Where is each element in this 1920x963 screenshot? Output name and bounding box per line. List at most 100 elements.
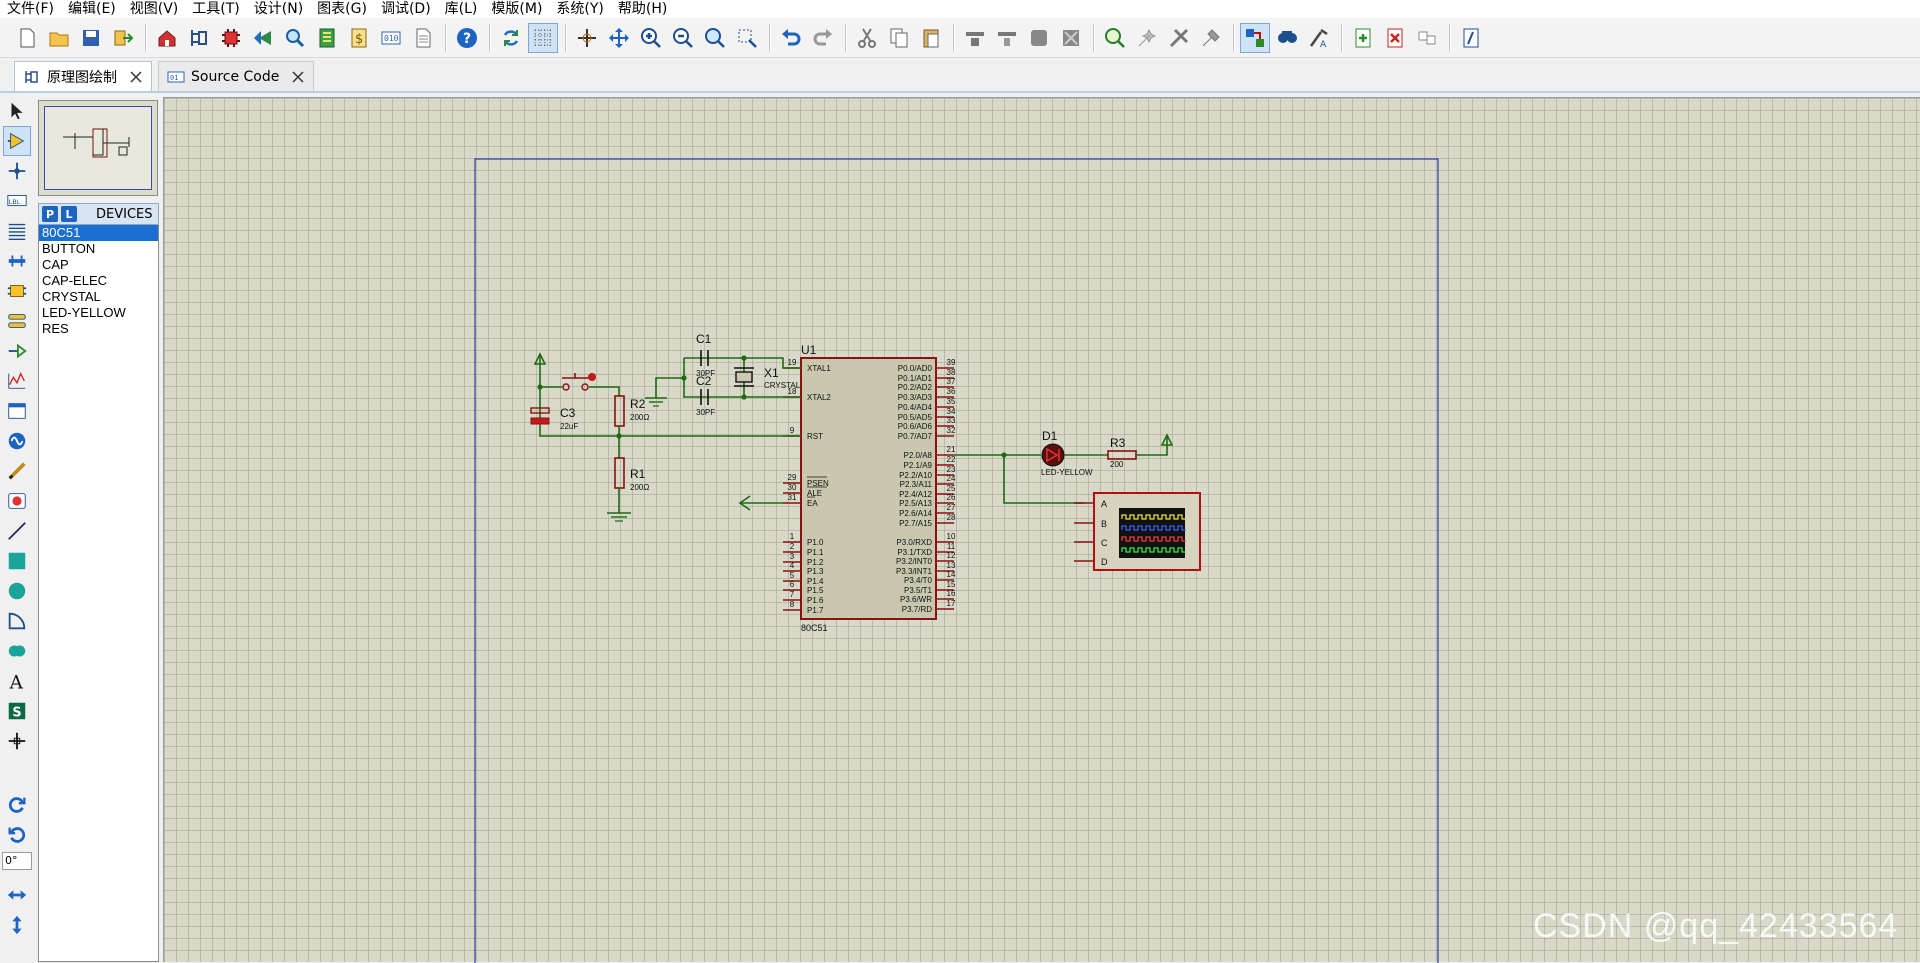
junction-icon[interactable] <box>3 156 31 186</box>
rotate-ccw-icon[interactable] <box>3 820 31 850</box>
r1-body[interactable] <box>614 457 625 489</box>
device-list-item[interactable]: CRYSTAL <box>39 289 158 305</box>
menu-item-6[interactable]: 调试(D) <box>374 0 438 18</box>
pin-icon[interactable] <box>3 336 31 366</box>
menu-item-9[interactable]: 系统(Y) <box>549 0 610 18</box>
new-file-icon[interactable] <box>12 23 42 53</box>
dollar-icon[interactable]: $ <box>344 23 374 53</box>
menu-item-0[interactable]: 文件(F) <box>0 0 61 18</box>
save-icon[interactable] <box>76 23 106 53</box>
zoom-icon[interactable] <box>280 23 310 53</box>
marker-icon[interactable] <box>3 726 31 756</box>
origin-icon[interactable] <box>572 23 602 53</box>
label-icon[interactable]: LBL <box>3 186 31 216</box>
back-icon[interactable] <box>248 23 278 53</box>
text-script-icon[interactable] <box>3 216 31 246</box>
menu-item-8[interactable]: 模版(M) <box>484 0 549 18</box>
box-icon[interactable] <box>3 546 31 576</box>
refresh-icon[interactable] <box>496 23 526 53</box>
generator-icon[interactable] <box>3 426 31 456</box>
undo-icon[interactable] <box>776 23 806 53</box>
x1-body[interactable] <box>735 371 753 383</box>
mirror-y-icon[interactable] <box>3 910 31 940</box>
circle-icon[interactable] <box>3 576 31 606</box>
tape-icon[interactable] <box>3 396 31 426</box>
close-icon[interactable] <box>291 70 305 84</box>
decompose-icon[interactable] <box>1164 23 1194 53</box>
button-indicator[interactable] <box>588 373 596 381</box>
menu-item-2[interactable]: 视图(V) <box>123 0 186 18</box>
menu-item-7[interactable]: 库(L) <box>438 0 485 18</box>
terminal-icon[interactable] <box>3 306 31 336</box>
zoom-in-icon[interactable] <box>636 23 666 53</box>
device-list-item[interactable]: RES <box>39 321 158 337</box>
schematic-icon[interactable] <box>184 23 214 53</box>
import-icon[interactable] <box>108 23 138 53</box>
graph-icon[interactable] <box>3 366 31 396</box>
redo-icon[interactable] <box>808 23 838 53</box>
document-icon[interactable] <box>408 23 438 53</box>
paste-icon[interactable] <box>916 23 946 53</box>
new-sheet-icon[interactable] <box>1348 23 1378 53</box>
block-move-icon[interactable] <box>992 23 1022 53</box>
block-copy-icon[interactable] <box>960 23 990 53</box>
device-list-item[interactable]: 80C51 <box>39 225 158 241</box>
menu-item-1[interactable]: 编辑(E) <box>61 0 123 18</box>
menu-item-3[interactable]: 工具(T) <box>185 0 246 18</box>
tab-source-code[interactable]: 01 Source Code <box>158 61 315 91</box>
pick-device-icon[interactable] <box>1100 23 1130 53</box>
r2-body[interactable] <box>614 395 625 427</box>
search-icon[interactable] <box>1272 23 1302 53</box>
menu-item-10[interactable]: 帮助(H) <box>611 0 674 18</box>
pcb-icon[interactable] <box>312 23 342 53</box>
wire-autoroute-icon[interactable] <box>1240 22 1270 53</box>
property-assign-icon[interactable]: A <box>1304 23 1334 53</box>
symbol-icon[interactable]: S <box>3 696 31 726</box>
package-icon[interactable] <box>1196 23 1226 53</box>
instrument-icon[interactable] <box>3 486 31 516</box>
device-list-item[interactable]: LED-YELLOW <box>39 305 158 321</box>
zoom-area-icon[interactable] <box>732 23 762 53</box>
probe-icon[interactable] <box>3 456 31 486</box>
chip-icon[interactable] <box>216 23 246 53</box>
text-icon[interactable]: A <box>3 666 31 696</box>
sub-circuit-icon[interactable] <box>1412 23 1442 53</box>
bus-icon[interactable] <box>3 246 31 276</box>
netlist-icon[interactable] <box>1456 23 1486 53</box>
mirror-x-icon[interactable] <box>3 880 31 910</box>
copy-icon[interactable] <box>884 23 914 53</box>
zoom-all-icon[interactable] <box>700 23 730 53</box>
pick-devices-button[interactable]: P <box>42 206 58 222</box>
arc-icon[interactable] <box>3 606 31 636</box>
pan-icon[interactable] <box>604 23 634 53</box>
subcircuit-icon[interactable] <box>3 276 31 306</box>
device-list-item[interactable]: BUTTON <box>39 241 158 257</box>
d1-led[interactable] <box>1041 443 1065 467</box>
close-icon[interactable] <box>129 70 143 84</box>
rotation-angle-field[interactable]: 0° <box>2 852 32 870</box>
make-device-icon[interactable] <box>1132 23 1162 53</box>
library-manager-button[interactable]: L <box>61 206 77 222</box>
menu-item-5[interactable]: 图表(G) <box>310 0 374 18</box>
path-icon[interactable] <box>3 636 31 666</box>
cut-icon[interactable] <box>852 23 882 53</box>
open-folder-icon[interactable] <box>44 23 74 53</box>
r3-body[interactable] <box>1107 450 1137 460</box>
schematic-canvas[interactable]: U1 80C51 19 XTAL1 18 XTAL2 9 RST 29 PSEN 30 ALE 31 EA… <box>163 97 1920 963</box>
device-list-item[interactable]: CAP-ELEC <box>39 273 158 289</box>
rotate-cw-icon[interactable] <box>3 790 31 820</box>
block-rotate-icon[interactable] <box>1024 23 1054 53</box>
line-icon[interactable] <box>3 516 31 546</box>
grid-icon[interactable] <box>528 22 558 53</box>
block-delete-icon[interactable] <box>1056 23 1086 53</box>
overview-window[interactable] <box>38 100 158 196</box>
menu-item-4[interactable]: 设计(N) <box>247 0 310 18</box>
delete-sheet-icon[interactable] <box>1380 23 1410 53</box>
help-icon[interactable]: ? <box>452 23 482 53</box>
zoom-out-icon[interactable] <box>668 23 698 53</box>
binary-icon[interactable]: 010 <box>376 23 406 53</box>
select-mode-icon[interactable] <box>3 96 31 126</box>
component-mode-icon[interactable] <box>3 126 31 156</box>
device-list-item[interactable]: CAP <box>39 257 158 273</box>
home-icon[interactable] <box>152 23 182 53</box>
